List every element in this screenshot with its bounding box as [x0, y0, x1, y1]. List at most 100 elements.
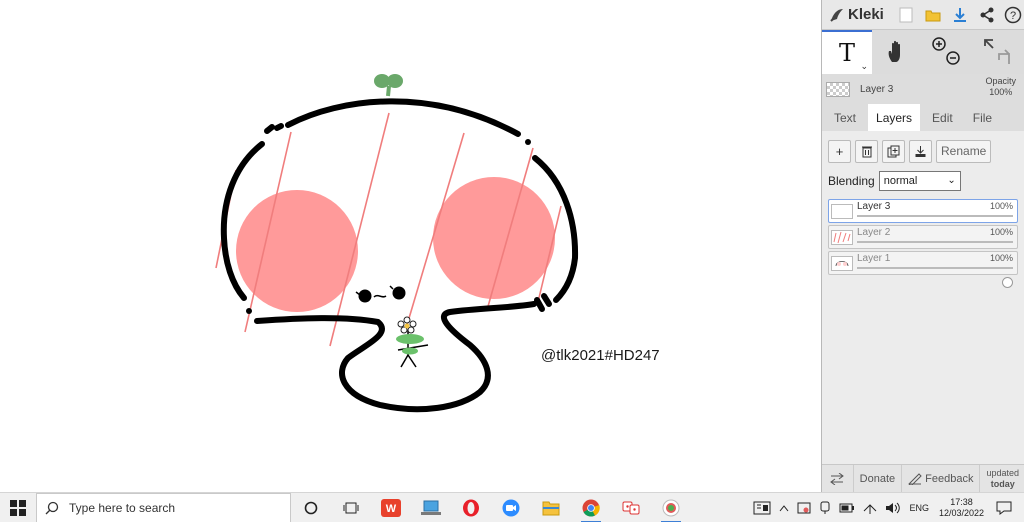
updated-badge[interactable]: updated today [979, 464, 1024, 493]
logo-text: Kleki [848, 6, 884, 23]
cortana-icon[interactable] [291, 493, 331, 522]
kleki-logo[interactable]: Kleki [828, 6, 889, 24]
duplicate-icon [887, 145, 900, 157]
notifications-icon[interactable] [996, 501, 1012, 515]
laptop-app-icon[interactable] [411, 493, 451, 522]
taskbar-search-box[interactable]: Type here to search [36, 492, 291, 522]
kleki-browser-icon[interactable] [651, 493, 691, 522]
layer-buttons: + Rename [828, 139, 1018, 163]
chevron-down-icon[interactable]: ⌄ [860, 61, 868, 72]
dice-app-icon[interactable] [611, 493, 651, 522]
share-icon[interactable] [976, 4, 997, 26]
drawing-artwork [215, 74, 579, 413]
tab-layers[interactable]: Layers [868, 104, 921, 131]
current-layer-thumbnail [826, 81, 850, 97]
watermark-text: @tlk2021#HD247 [541, 347, 660, 364]
tab-edit[interactable]: Edit [924, 104, 961, 131]
layer-opacity-slider[interactable] [857, 215, 1013, 236]
battery-icon[interactable] [839, 503, 855, 513]
opera-icon[interactable] [451, 493, 491, 522]
blending-value: normal [883, 175, 918, 187]
layer-opacity: 100% [989, 227, 1013, 237]
layers-tab-body: + Rename Blending normal ⌄ Layer 3 100% … [822, 131, 1024, 492]
layer-name: Layer 1 [857, 253, 891, 264]
open-folder-icon[interactable] [922, 4, 943, 26]
tray-app-icon[interactable] [797, 501, 811, 515]
search-icon [45, 501, 59, 514]
help-icon[interactable]: ? [1003, 4, 1024, 26]
download-icon[interactable] [949, 4, 970, 26]
hand-icon [888, 40, 900, 62]
app-window: @tlk2021#HD247 Kleki ? T ⌄ Layer 3 Opaci… [0, 0, 1024, 522]
current-layer-opacity[interactable]: Opacity 100% [985, 76, 1016, 98]
task-view-icon[interactable] [331, 493, 371, 522]
layer-list: Layer 3 100% Layer 2 100% Layer 1 100% [828, 199, 1018, 288]
undo-redo-controls [972, 30, 1022, 74]
news-widget-icon[interactable] [753, 501, 771, 515]
layer-opacity-slider[interactable] [857, 241, 1013, 262]
blending-row: Blending normal ⌄ [828, 171, 1018, 191]
layer-item-3[interactable]: Layer 3 100% [828, 199, 1018, 236]
text-tool-button[interactable]: T ⌄ [822, 30, 872, 74]
speaker-icon[interactable] [885, 502, 901, 514]
side-panel: Kleki ? T ⌄ Layer 3 Opacity 100% Text La… [821, 0, 1024, 493]
slider-handle[interactable] [1002, 277, 1013, 288]
zoom-meetings-icon[interactable] [491, 493, 531, 522]
layer-thumbnail [831, 256, 853, 271]
layer-item-2[interactable]: Layer 2 100% [828, 225, 1018, 262]
rename-layer-button[interactable]: Rename [936, 139, 992, 163]
svg-text:?: ? [1010, 10, 1016, 22]
tab-text[interactable]: Text [826, 104, 864, 131]
windows-logo-icon [10, 499, 26, 516]
panel-tabs: Text Layers Edit File [822, 104, 1024, 131]
zoom-icon[interactable] [929, 34, 965, 70]
layer-name: Layer 2 [857, 227, 891, 238]
start-button[interactable] [0, 493, 36, 522]
opacity-value: 100% [989, 87, 1013, 97]
new-image-icon[interactable] [895, 4, 916, 26]
current-layer-info: Layer 3 Opacity 100% [822, 74, 1024, 104]
file-explorer-icon[interactable] [531, 493, 571, 522]
merge-layer-button[interactable] [909, 139, 932, 163]
layer-thumbnail [831, 230, 853, 245]
tab-file[interactable]: File [965, 104, 1000, 131]
hand-tool-button[interactable] [872, 30, 922, 74]
zoom-controls [922, 30, 972, 74]
updated-line1: updated [986, 467, 1019, 478]
layer-opacity-slider[interactable] [857, 267, 1013, 288]
tool-row: T ⌄ [822, 30, 1024, 74]
swap-panel-side-button[interactable] [822, 472, 853, 485]
taskbar-clock[interactable]: 17:38 12/03/2022 [939, 497, 984, 519]
windows-taskbar: Type here to search W ENG 17:38 12/03/20… [0, 492, 1024, 522]
panel-bottombar: Donate Feedback updated today [822, 464, 1024, 493]
current-layer-name: Layer 3 [860, 83, 894, 95]
duplicate-layer-button[interactable] [882, 139, 905, 163]
drawing-canvas[interactable]: @tlk2021#HD247 [0, 0, 821, 492]
layer-opacity: 100% [989, 201, 1013, 211]
chevron-down-icon: ⌄ [947, 175, 956, 186]
layer-item-1[interactable]: Layer 1 100% [828, 251, 1018, 288]
layer-thumbnail [831, 204, 853, 219]
trash-icon [861, 146, 872, 157]
swap-arrows-icon [830, 472, 845, 485]
app-topbar: Kleki ? [822, 0, 1024, 30]
delete-layer-button[interactable] [855, 139, 878, 163]
feedback-label: Feedback [925, 472, 974, 485]
layer-opacity: 100% [989, 253, 1013, 263]
add-layer-button[interactable]: + [828, 139, 851, 163]
clock-date: 12/03/2022 [938, 508, 984, 518]
network-icon[interactable] [863, 501, 877, 515]
undo-redo-icon[interactable] [979, 34, 1015, 70]
blending-select[interactable]: normal ⌄ [878, 171, 961, 191]
feedback-icon [908, 472, 922, 485]
search-placeholder: Type here to search [69, 500, 176, 515]
meet-now-icon[interactable] [819, 501, 831, 515]
wps-office-icon[interactable]: W [371, 493, 411, 522]
svg-text:W: W [386, 503, 397, 515]
feedback-button[interactable]: Feedback [901, 464, 979, 493]
text-tool-icon: T [838, 39, 855, 67]
chevron-up-icon[interactable] [779, 504, 789, 512]
language-indicator[interactable]: ENG [909, 503, 929, 513]
donate-button[interactable]: Donate [852, 464, 901, 493]
chrome-icon[interactable] [571, 493, 611, 522]
